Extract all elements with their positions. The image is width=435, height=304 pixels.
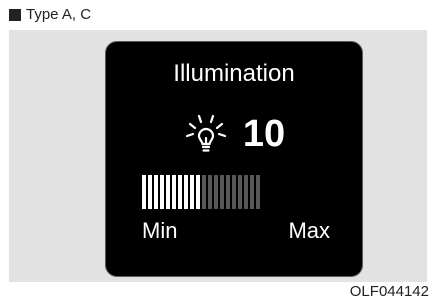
min-label: Min: [142, 218, 178, 243]
max-label: Max: [288, 218, 330, 243]
level-segment-off: [256, 175, 260, 209]
square-bullet-icon: [9, 8, 21, 21]
level-segment-on: [196, 175, 200, 209]
illumination-value: 10: [242, 112, 286, 155]
illumination-row: 10: [106, 112, 362, 156]
level-segment-off: [244, 175, 248, 209]
level-segment-on: [142, 175, 146, 209]
display-panel: Illumination 10 Min Max: [9, 30, 427, 282]
figure-code: OLF044142: [349, 283, 429, 300]
level-segment-off: [238, 175, 242, 209]
level-segment-off: [214, 175, 218, 209]
level-segment-off: [220, 175, 224, 209]
level-segment-off: [226, 175, 230, 209]
level-segment-on: [154, 175, 158, 209]
cluster-screen: Illumination 10 Min Max: [105, 41, 363, 277]
level-segment-on: [160, 175, 164, 209]
type-label: Type A, C: [9, 6, 91, 23]
level-segment-on: [148, 175, 152, 209]
illumination-level-bar: [142, 175, 260, 209]
level-segment-off: [208, 175, 212, 209]
level-segment-on: [166, 175, 170, 209]
level-segment-on: [190, 175, 194, 209]
level-segment-on: [172, 175, 176, 209]
level-segment-off: [250, 175, 254, 209]
type-label-text: Type A, C: [26, 6, 92, 23]
level-segment-off: [232, 175, 236, 209]
illumination-lamp-icon: [185, 114, 226, 152]
level-segment-on: [184, 175, 188, 209]
screen-title: Illumination: [173, 60, 295, 87]
level-segment-on: [178, 175, 182, 209]
level-segment-off: [202, 175, 206, 209]
